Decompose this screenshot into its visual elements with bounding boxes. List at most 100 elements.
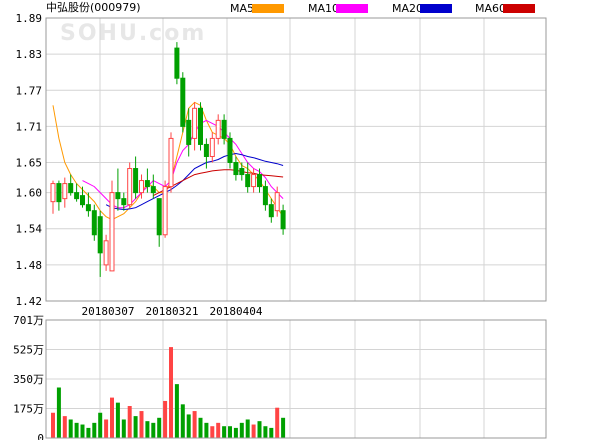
candle-body-up [109, 192, 115, 272]
candle-body-down [133, 168, 139, 194]
candle-body-down [68, 183, 74, 194]
volume-bar [80, 424, 85, 438]
legend-label-ma20: MA20 [392, 2, 423, 15]
candle-body-down [156, 198, 162, 236]
candle-body-down [56, 183, 62, 203]
date-axis: 20180307 20180321 20180404 [82, 305, 263, 318]
candle-body-down [257, 174, 262, 188]
candle-body-down [144, 180, 150, 188]
price-tick-label: 1.42 [16, 295, 43, 308]
candles [50, 42, 286, 277]
candle-body-down [233, 162, 239, 176]
legend-label-ma60: MA60 [475, 2, 506, 15]
volume-bar [204, 422, 209, 438]
candle-body-up [139, 180, 144, 194]
legend-label-ma5: MA5 [230, 2, 254, 15]
watermark: SOHU.com [60, 21, 206, 46]
volume-bar [239, 422, 244, 438]
price-tick-label: 1.54 [16, 223, 43, 236]
volume-bar [145, 421, 150, 438]
volume-bar [186, 414, 191, 438]
candle-body-down [80, 195, 85, 206]
volume-bar [110, 397, 114, 438]
price-tick-label: 1.60 [16, 187, 43, 200]
candle-body-down [186, 119, 192, 145]
volume-bar [180, 404, 185, 438]
candle-body-up [50, 183, 56, 203]
volume-bar [68, 419, 73, 438]
candle-body-up [103, 240, 109, 266]
date-label: 20180307 [82, 305, 135, 318]
volume-bar [198, 417, 203, 438]
grid [46, 17, 546, 438]
volume-tick-label: 525万 [13, 344, 44, 357]
price-tick-label: 1.83 [16, 48, 43, 61]
price-panel-border [45, 17, 547, 302]
legend-swatch-ma20 [420, 4, 452, 13]
volume-bar [251, 424, 256, 438]
volume-bar [192, 411, 197, 438]
candle-body-down [97, 216, 103, 254]
candle-body-up [215, 119, 221, 139]
candle-body-up [162, 186, 168, 236]
volume-bar [127, 406, 132, 438]
price-tick-label: 1.65 [16, 157, 43, 170]
volume-bar [281, 417, 286, 438]
candle-body-up [62, 183, 68, 200]
volume-bar [233, 427, 238, 438]
date-label: 20180404 [210, 305, 263, 318]
candle-body-down [268, 204, 274, 218]
volume-bar [275, 407, 280, 438]
volume-bar [228, 426, 232, 438]
volume-bars [51, 347, 286, 438]
volume-bar [263, 426, 268, 438]
legend-label-ma10: MA10 [308, 2, 339, 15]
candle-body-down [198, 107, 203, 145]
candle-body-down [239, 168, 245, 176]
candle-body-down [245, 174, 251, 188]
volume-bar [216, 422, 221, 438]
price-tick-label: 1.48 [16, 259, 43, 272]
volume-bar [151, 422, 156, 438]
volume-tick-label: 175万 [13, 403, 44, 416]
candle-body-down [203, 143, 209, 157]
volume-bar [86, 427, 91, 438]
volume-bar [139, 411, 144, 438]
candle-body-down [280, 210, 286, 230]
candle-body-up [127, 168, 133, 206]
candle-body-down [150, 186, 156, 194]
volume-bar [163, 400, 168, 438]
legend-swatch-ma5 [252, 4, 284, 13]
moving-averages [52, 101, 284, 221]
volume-bar [269, 427, 274, 438]
volume-bar [257, 421, 262, 438]
legend-swatch-ma10 [336, 4, 368, 13]
candle-body-down [262, 186, 268, 206]
candle-body-down [91, 210, 97, 236]
candle-body-down [180, 77, 186, 127]
volume-bar [62, 416, 67, 438]
volume-tick-label: 701万 [13, 314, 44, 327]
price-tick-label: 1.89 [16, 12, 43, 25]
price-tick-label: 1.71 [16, 120, 43, 133]
candle-body-up [251, 174, 257, 188]
candle-body-down [115, 192, 121, 200]
legend: MA5 MA10 MA20 MA60 [230, 2, 535, 15]
price-axis: 1.89 1.83 1.77 1.71 1.65 1.60 1.54 1.48 1.42 [16, 12, 43, 308]
volume-bar [133, 416, 138, 438]
frame [45, 17, 547, 439]
candle-body-up [168, 137, 174, 188]
volume-bar [104, 419, 109, 438]
stock-chart: 中弘股份(000979) MA5 MA10 MA20 MA60 SOHU.com 1.… [13, 1, 547, 440]
volume-bar [169, 347, 173, 438]
candle-body-down [121, 198, 127, 206]
candle-body-down [174, 47, 180, 79]
volume-bar [51, 412, 55, 438]
ma5-line [52, 101, 284, 221]
candle-body-up [209, 137, 215, 157]
candle-body-down [85, 204, 91, 212]
candle-body-down [227, 137, 233, 164]
legend-swatch-ma60 [503, 4, 535, 13]
candle-body-up [192, 107, 198, 139]
chart-title: 中弘股份(000979) [46, 1, 141, 14]
